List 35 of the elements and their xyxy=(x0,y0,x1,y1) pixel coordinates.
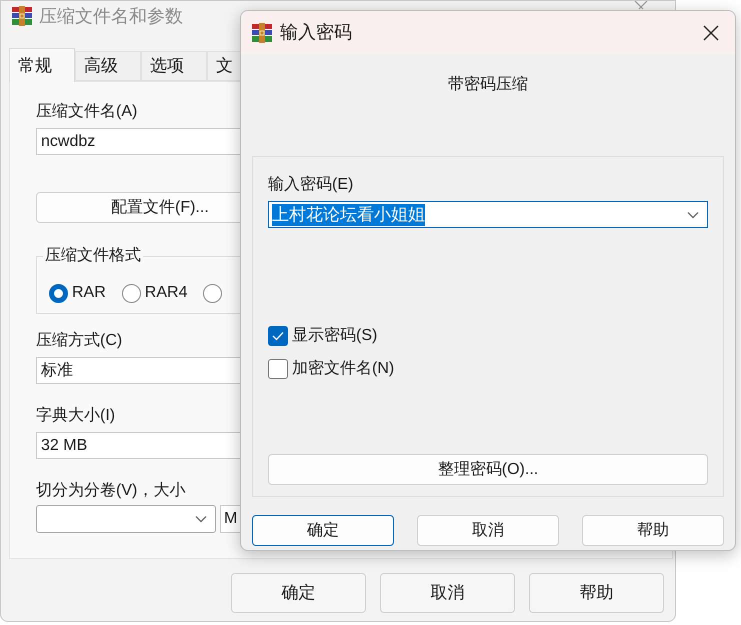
checkbox[interactable] xyxy=(268,326,288,346)
archive-books-icon xyxy=(251,22,273,42)
radio-label: RAR4 xyxy=(144,283,188,303)
dialog-button[interactable]: 取消 xyxy=(380,573,515,613)
window-title: 压缩文件名和参数 xyxy=(39,4,183,28)
close-icon[interactable] xyxy=(703,24,719,40)
radio-button[interactable] xyxy=(49,284,68,302)
chevron-down-icon xyxy=(195,515,207,523)
tab[interactable]: 高级 xyxy=(75,51,141,81)
password-combo-box[interactable]: 上村花论坛看小姐姐 xyxy=(268,201,708,228)
dialog-button[interactable]: 确定 xyxy=(252,515,394,546)
dialog-heading: 带密码压缩 xyxy=(448,74,528,95)
combo-box[interactable] xyxy=(36,505,216,533)
field-label: 切分为分卷(V)，大小 xyxy=(36,480,186,501)
tab[interactable]: 选项 xyxy=(141,51,207,81)
organize-passwords-button[interactable]: 整理密码(O)... xyxy=(268,454,708,485)
radio-button[interactable] xyxy=(203,284,222,302)
radio-label: RAR xyxy=(72,283,106,303)
tab[interactable]: 常规 xyxy=(9,48,75,82)
field-label: 字典大小(I) xyxy=(36,406,116,426)
checkbox[interactable] xyxy=(268,359,288,379)
checkbox-label: 显示密码(S) xyxy=(292,326,378,346)
dialog-button[interactable]: 取消 xyxy=(417,515,559,546)
field-label: 压缩方式(C) xyxy=(36,330,122,351)
chevron-down-icon xyxy=(687,210,699,218)
password-text: 上村花论坛看小姐姐 xyxy=(272,204,425,226)
dialog-button[interactable]: 确定 xyxy=(231,573,366,613)
dialog-title: 输入密码 xyxy=(280,21,353,44)
radio-button[interactable] xyxy=(122,284,141,302)
field-label: 输入密码(E) xyxy=(268,174,354,195)
dialog-button[interactable]: 帮助 xyxy=(582,515,724,546)
field-label: 压缩文件名(A) xyxy=(36,102,138,122)
dialog-button[interactable]: 帮助 xyxy=(529,573,664,613)
checkmark-icon xyxy=(272,331,284,341)
archive-books-icon xyxy=(11,6,33,26)
